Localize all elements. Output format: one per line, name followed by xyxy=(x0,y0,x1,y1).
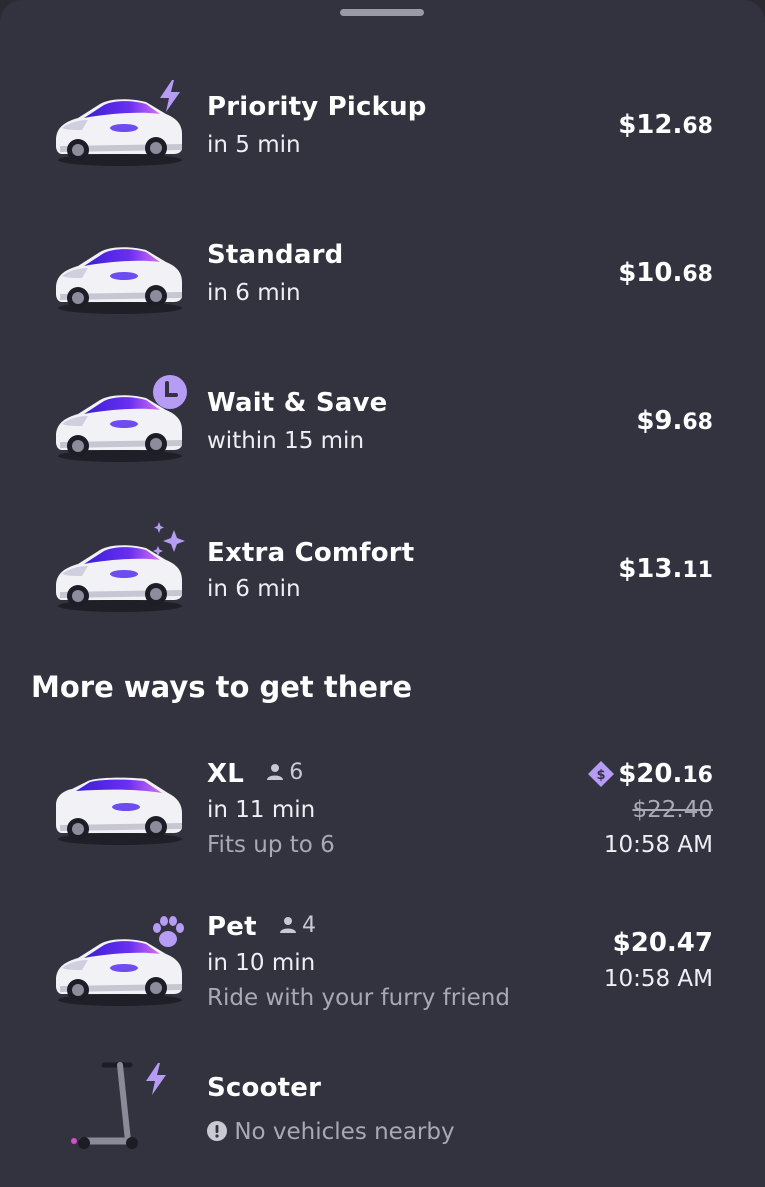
arrival-time: 10:58 AM xyxy=(603,966,713,992)
ride-price: $20.16 xyxy=(618,759,713,789)
svg-text:$: $ xyxy=(596,768,605,783)
ride-option-standard[interactable]: Standard in 6 min $10.68 xyxy=(0,218,765,328)
ride-subtitle: Ride with your furry friend xyxy=(207,985,510,1011)
ride-eta: within 15 min xyxy=(207,428,365,454)
arrival-time: 10:58 AM xyxy=(603,832,713,858)
availability-status: No vehicles nearby xyxy=(207,1119,455,1145)
ride-name: Wait & Save xyxy=(207,388,388,418)
ride-option-wait-save[interactable]: Wait & Save within 15 min $9.68 xyxy=(0,366,765,476)
ride-name: Standard xyxy=(207,240,344,270)
lightning-icon xyxy=(150,76,190,116)
ride-option-scooter[interactable]: Scooter No vehicles nearby xyxy=(0,1055,765,1165)
person-icon xyxy=(278,915,298,935)
ride-price: $9.68 xyxy=(636,406,713,436)
person-icon xyxy=(265,762,285,782)
ride-options-sheet: Priority Pickup in 5 min $12.68 Standard… xyxy=(0,0,765,1187)
capacity-value: 4 xyxy=(301,912,317,938)
ride-price: $13.11 xyxy=(618,554,713,584)
ride-eta: in 11 min xyxy=(207,797,316,823)
ride-name: Pet xyxy=(207,912,257,942)
car-icon xyxy=(48,238,188,316)
suv-icon xyxy=(48,769,188,847)
ride-option-xl[interactable]: XL 6 in 11 min Fits up to 6 $ $20.16 $22… xyxy=(0,745,765,870)
alert-icon xyxy=(207,1121,227,1141)
ride-eta: in 5 min xyxy=(207,132,301,158)
ride-option-priority-pickup[interactable]: Priority Pickup in 5 min $12.68 xyxy=(0,70,765,180)
sparkle-icon xyxy=(153,522,185,556)
lightning-icon xyxy=(136,1059,176,1099)
ride-name: Extra Comfort xyxy=(207,538,415,568)
section-title-more-ways: More ways to get there xyxy=(31,670,412,704)
ride-eta: in 6 min xyxy=(207,280,301,306)
ride-eta: in 6 min xyxy=(207,576,301,602)
original-price: $22.40 xyxy=(632,797,713,823)
ride-name: Priority Pickup xyxy=(207,92,427,122)
status-text: No vehicles nearby xyxy=(234,1119,455,1145)
ride-price: $10.68 xyxy=(618,258,713,288)
ride-price: $12.68 xyxy=(618,110,713,140)
ride-name: XL xyxy=(207,759,245,789)
ride-option-pet[interactable]: Pet 4 in 10 min Ride with your furry fri… xyxy=(0,898,765,1023)
clock-icon xyxy=(153,375,187,409)
discount-tag-icon: $ xyxy=(588,761,614,787)
ride-eta: in 10 min xyxy=(207,950,316,976)
ride-name-row: XL 6 xyxy=(207,759,303,789)
capacity: 6 xyxy=(265,760,303,785)
ride-price: $20.47 xyxy=(612,928,713,958)
drag-handle[interactable] xyxy=(340,9,424,16)
ride-name: Scooter xyxy=(207,1073,322,1103)
capacity-value: 6 xyxy=(289,759,304,785)
capacity: 4 xyxy=(278,913,316,938)
ride-name-row: Pet 4 xyxy=(207,912,316,942)
ride-subtitle: Fits up to 6 xyxy=(207,832,335,858)
paw-icon xyxy=(153,916,184,947)
ride-option-extra-comfort[interactable]: Extra Comfort in 6 min $13.11 xyxy=(0,514,765,624)
